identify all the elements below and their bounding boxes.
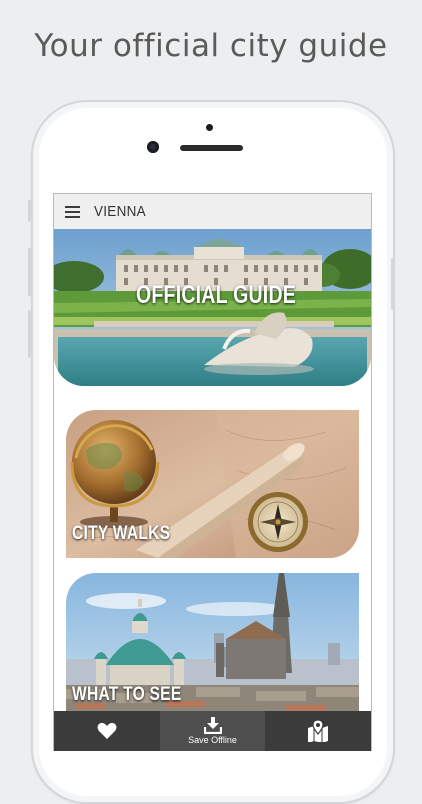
proximity-sensor	[206, 124, 213, 131]
tab-save-offline[interactable]: Save Offline	[160, 711, 265, 751]
what-to-see-label: WHAT TO SEE	[72, 684, 182, 705]
city-title: VIENNA	[94, 203, 146, 220]
save-offline-label: Save Offline	[188, 735, 237, 745]
earpiece-speaker	[180, 145, 243, 151]
app-bar: VIENNA	[54, 194, 371, 231]
phone-volume-up	[28, 248, 31, 296]
official-guide-card[interactable]: OFFICIAL GUIDE	[54, 229, 371, 386]
bottom-tab-bar: Save Offline	[54, 711, 371, 751]
map-pin-icon	[308, 720, 328, 742]
phone-mute-switch	[28, 200, 31, 222]
promo-headline: Your official city guide	[34, 28, 388, 64]
official-guide-label: OFFICIAL GUIDE	[136, 281, 297, 309]
phone-volume-down	[28, 310, 31, 358]
hamburger-menu-icon[interactable]	[65, 206, 80, 219]
app-screen: VIENNA OFFICIAL GUIDE CITY WALKS WHAT TO…	[53, 193, 372, 751]
phone-power-button	[391, 258, 394, 310]
tab-favorites[interactable]	[54, 711, 160, 751]
front-camera	[147, 141, 159, 153]
what-to-see-card[interactable]: WHAT TO SEE	[66, 573, 359, 723]
city-walks-label: CITY WALKS	[72, 523, 171, 544]
heart-icon	[97, 722, 117, 739]
download-icon	[203, 717, 222, 734]
tab-map[interactable]	[265, 711, 371, 751]
city-walks-card[interactable]: CITY WALKS	[66, 410, 359, 558]
